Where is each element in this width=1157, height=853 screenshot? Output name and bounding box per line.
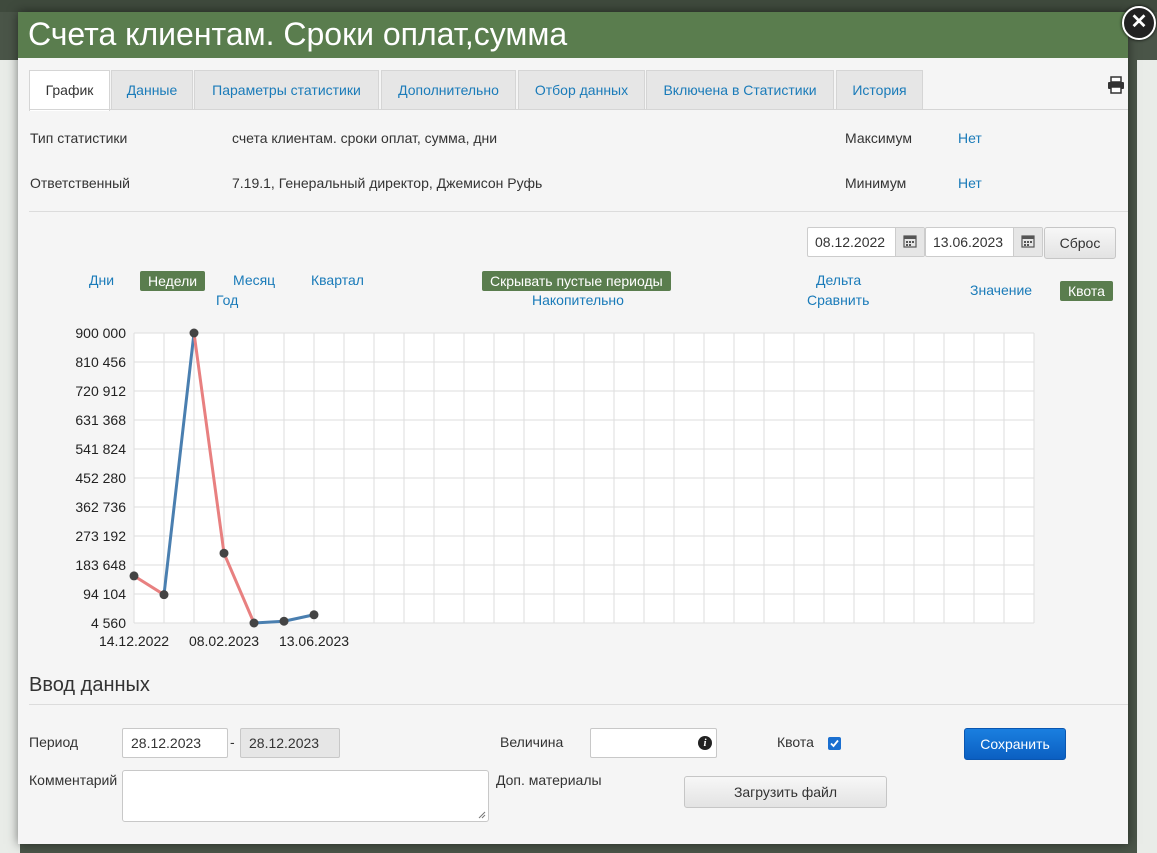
tab-data[interactable]: Данные [111,70,193,109]
owner-value: 7.19.1, Генеральный директор, Джемисон Р… [232,175,543,191]
date-from-field[interactable]: 08.12.2022 [807,227,925,257]
data-point [129,571,139,581]
data-point [309,610,319,620]
data-point [249,618,259,628]
period-label: Период [29,734,79,750]
calendar-icon[interactable] [895,228,924,256]
print-icon[interactable] [1107,76,1125,94]
stat-type-label: Тип статистики [30,130,128,146]
calendar-icon[interactable] [1013,228,1042,256]
period-from-value: 28.12.2023 [131,735,202,751]
cumulative-link[interactable]: Накопительно [532,292,624,308]
tab-history[interactable]: История [836,70,923,109]
period-weeks-button[interactable]: Недели [140,271,206,291]
y-tick-label: 183 648 [75,557,126,573]
comment-label: Комментарий [29,772,118,788]
tab-data-filter[interactable]: Отбор данных [518,70,645,109]
period-quarter-link[interactable]: Квартал [311,272,364,288]
close-icon[interactable]: ✕ [1122,6,1156,40]
entry-divider [29,704,1128,705]
background-header [0,0,1157,12]
reset-button[interactable]: Сброс [1044,227,1116,259]
save-button[interactable]: Сохранить [964,728,1066,760]
info-icon[interactable]: i [698,736,712,750]
quota-checkbox[interactable] [828,737,841,750]
compare-link[interactable]: Сравнить [807,292,869,308]
data-point [279,616,289,626]
stat-type-value: счета клиентам. сроки оплат, сумма, дни [232,130,498,146]
y-tick-label: 900 000 [75,325,126,341]
tab-additional[interactable]: Дополнительно [381,70,516,109]
min-value-link[interactable]: Нет [958,175,982,191]
period-days-link[interactable]: Дни [89,272,114,288]
date-to-field[interactable]: 13.06.2023 [925,227,1043,257]
y-tick-label: 94 104 [83,586,126,602]
info-divider [29,211,1128,212]
delta-link[interactable]: Дельта [816,272,861,288]
y-tick-label: 452 280 [75,470,126,486]
y-tick-label: 362 736 [75,499,126,515]
tab-underline [29,109,1128,110]
y-tick-label: 720 912 [75,383,126,399]
period-month-link[interactable]: Месяц [233,272,275,288]
y-tick-label: 810 456 [75,354,126,370]
upload-file-button[interactable]: Загрузить файл [684,776,887,808]
owner-label: Ответственный [30,175,130,191]
period-year-link[interactable]: Год [216,292,238,308]
tab-chart[interactable]: График [29,70,110,111]
y-tick-label: 4 560 [91,615,126,631]
line-chart: 900 000 810 456 720 912 631 368 541 824 452 2… [75,325,1035,649]
y-tick-label: 631 368 [75,412,126,428]
min-label: Минимум [845,175,907,191]
data-point [219,548,229,558]
y-tick-label: 273 192 [75,528,126,544]
hide-empty-periods-button[interactable]: Скрывать пустые периоды [482,271,671,291]
series-segment [252,619,286,625]
check-icon [830,739,839,748]
max-label: Максимум [845,130,912,146]
tab-included-in-stats[interactable]: Включена в Статистики [646,70,834,109]
x-tick-label: 13.06.2023 [279,633,349,649]
modal-title: Счета клиентам. Сроки оплат,сумма [28,16,568,52]
max-value-link[interactable]: Нет [958,130,982,146]
resize-handle-icon[interactable] [477,810,486,819]
tab-stat-params[interactable]: Параметры статистики [194,70,379,109]
quota-button[interactable]: Квота [1060,281,1113,301]
value-link[interactable]: Значение [970,282,1032,298]
data-entry-title: Ввод данных [29,674,150,696]
background-left-panel [0,60,20,853]
date-from-value: 08.12.2022 [815,234,886,250]
y-tick-label: 541 824 [75,441,126,457]
date-to-value: 13.06.2023 [933,234,1004,250]
data-point [159,590,169,600]
period-to-value: 28.12.2023 [249,735,320,751]
data-point [189,328,199,338]
value-input[interactable]: i [590,728,717,758]
modal-titlebar: Счета клиентам. Сроки оплат,сумма [18,12,1128,58]
period-separator: - [230,734,235,750]
comment-textarea[interactable] [122,770,489,822]
x-tick-label: 08.02.2023 [189,633,259,649]
period-to-input: 28.12.2023 [240,728,340,758]
statistics-modal: Счета клиентам. Сроки оплат,сумма График… [18,12,1128,844]
background-right-panel [1137,60,1157,853]
x-tick-label: 14.12.2022 [99,633,169,649]
quota-label: Квота [777,734,814,750]
materials-label: Доп. материалы [496,772,602,788]
value-label: Величина [500,734,564,750]
period-from-input[interactable]: 28.12.2023 [122,728,228,758]
